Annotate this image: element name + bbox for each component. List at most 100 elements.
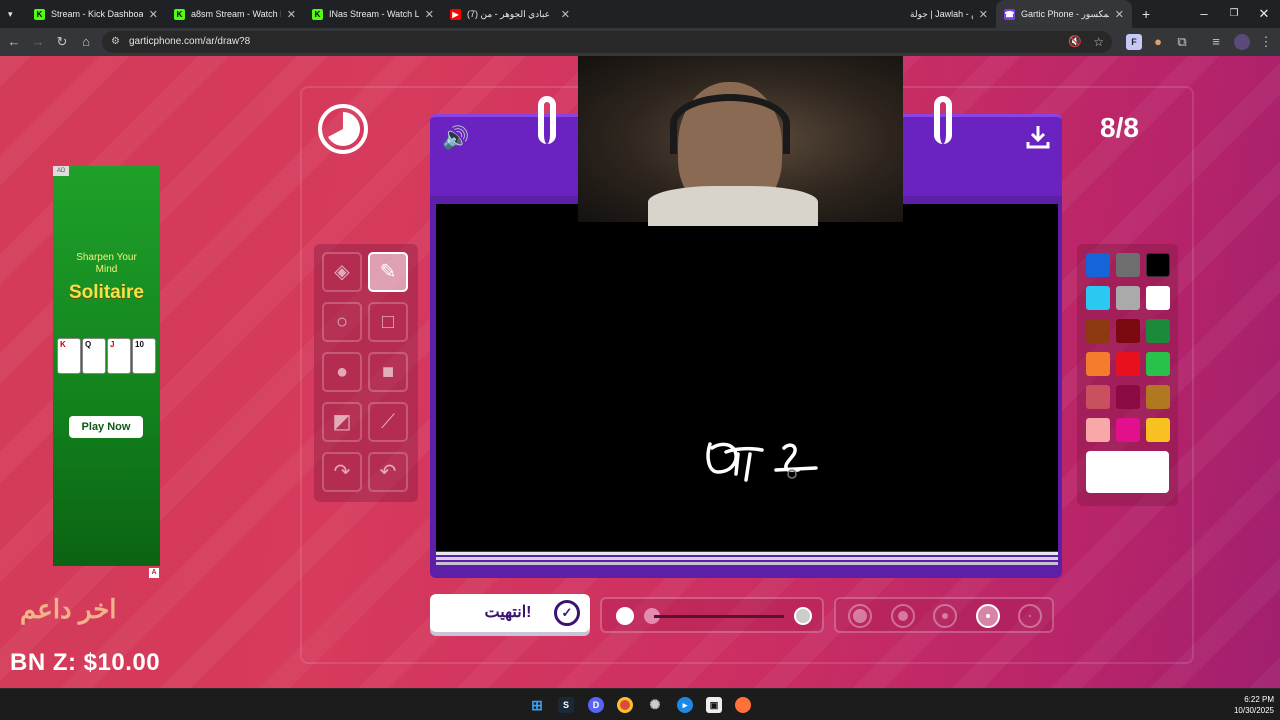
extension-f-icon[interactable]: F — [1126, 34, 1142, 50]
color-swatch[interactable] — [1086, 385, 1110, 409]
color-swatch[interactable] — [1146, 352, 1170, 376]
forward-button[interactable]: → — [30, 34, 46, 50]
tab-inas-stream[interactable]: K INas Stream - Watch Live ✕ — [304, 0, 442, 28]
sound-icon[interactable]: 🔊 — [442, 125, 469, 151]
paper-edge — [436, 552, 1058, 555]
color-swatch[interactable] — [1116, 352, 1140, 376]
color-swatch[interactable] — [1146, 319, 1170, 343]
tab-a8sm-stream[interactable]: K a8sm Stream - Watch Live ✕ — [166, 0, 304, 28]
download-icon[interactable] — [1024, 123, 1052, 151]
browser-toolbar: ← → ↻ ⌂ ⚙ garticphone.com/ar/draw?8 🔇 ☆ … — [0, 28, 1280, 56]
extension-cookie-icon[interactable]: ● — [1150, 34, 1166, 50]
steam-icon[interactable]: S — [558, 697, 574, 713]
close-tab-icon[interactable]: ✕ — [561, 8, 570, 21]
color-swatch[interactable] — [1116, 418, 1140, 442]
extensions-puzzle-icon[interactable]: ⧉ — [1174, 34, 1190, 50]
close-tab-icon[interactable]: ✕ — [979, 8, 988, 21]
restore-button[interactable]: ❐ — [1226, 6, 1242, 22]
site-info-icon[interactable]: ⚙ — [111, 31, 120, 53]
bookmark-star-icon[interactable]: ☆ — [1093, 31, 1104, 53]
fill-bucket-tool[interactable]: ◩ — [322, 402, 362, 442]
kick-icon: K — [312, 8, 323, 20]
brush-size-xl[interactable] — [848, 604, 872, 628]
obs-app-icon[interactable]: ▣ — [706, 697, 722, 713]
ad-choices-icon[interactable]: A — [149, 568, 159, 578]
new-tab-button[interactable]: + — [1134, 0, 1154, 28]
media-controls-icon[interactable]: ≡ — [1208, 34, 1224, 50]
timer-icon — [318, 104, 368, 154]
minimize-button[interactable]: – — [1196, 6, 1212, 22]
color-swatch[interactable] — [1146, 418, 1170, 442]
opacity-slider-panel — [600, 597, 824, 633]
done-button[interactable]: انتهيت! ✓ — [430, 594, 590, 632]
pencil-icon: ✎ — [379, 261, 397, 283]
pencil-tool[interactable]: ✎ — [368, 252, 408, 292]
color-swatch[interactable] — [1116, 286, 1140, 310]
opacity-slider-track[interactable] — [654, 615, 784, 618]
tab-search-button[interactable]: ▾ — [0, 0, 26, 28]
brush-size-panel — [834, 597, 1054, 633]
close-tab-icon[interactable]: ✕ — [425, 8, 434, 21]
tab-youtube[interactable]: ▶ (7) عبادي الجوهر - من ✕ — [442, 0, 578, 28]
discord-icon[interactable]: D — [588, 697, 604, 713]
color-swatch[interactable] — [1146, 253, 1170, 277]
bucket-icon: ◩ — [332, 411, 352, 433]
tab-gartic-phone[interactable]: ☎ Gartic Phone - المكسور ✕ — [996, 0, 1132, 28]
windows-taskbar: ⊞ S D ✺ ▸ ▣ 6:22 PM 10/30/2025 — [0, 688, 1280, 720]
profile-avatar[interactable] — [1234, 34, 1250, 50]
color-swatch[interactable] — [1116, 253, 1140, 277]
line-icon: ⟋ — [381, 411, 395, 433]
back-button[interactable]: ← — [6, 34, 22, 50]
eraser-tool[interactable]: ◈ — [322, 252, 362, 292]
system-clock[interactable]: 6:22 PM 10/30/2025 — [1218, 694, 1274, 716]
redo-tool[interactable]: ↷ — [322, 452, 362, 492]
color-swatch[interactable] — [1086, 352, 1110, 376]
circle-outline-icon: ○ — [335, 311, 349, 333]
color-swatch[interactable] — [1146, 286, 1170, 310]
line-tool[interactable]: ⟋ — [368, 402, 408, 442]
kick-icon: K — [34, 8, 45, 20]
color-swatch[interactable] — [1116, 385, 1140, 409]
close-tab-icon[interactable]: ✕ — [1115, 8, 1124, 21]
chatgpt-icon[interactable]: ✺ — [647, 697, 663, 713]
close-window-button[interactable]: ✕ — [1256, 6, 1272, 22]
tab-jawlah[interactable]: جولة | Jawlah - متص ✕ — [902, 0, 996, 28]
clock-date: 10/30/2025 — [1233, 706, 1274, 715]
color-swatch[interactable] — [1086, 319, 1110, 343]
color-swatch[interactable] — [1146, 385, 1170, 409]
firefox-icon[interactable] — [735, 697, 751, 713]
ellipse-outline-tool[interactable]: ○ — [322, 302, 362, 342]
reload-button[interactable]: ↻ — [54, 34, 70, 50]
color-swatch[interactable] — [1086, 286, 1110, 310]
mute-icon[interactable]: 🔇 — [1068, 31, 1082, 53]
gartic-icon: ☎ — [1004, 8, 1015, 20]
ad-label: AD — [53, 166, 70, 176]
windows-start-icon[interactable]: ⊞ — [529, 697, 545, 713]
ellipse-fill-tool[interactable]: ● — [322, 352, 362, 392]
brush-size-xs[interactable] — [1018, 604, 1042, 628]
color-swatch[interactable] — [1086, 418, 1110, 442]
rectangle-outline-tool[interactable]: □ — [368, 302, 408, 342]
chrome-icon[interactable] — [617, 697, 633, 713]
ad-play-now-button[interactable]: Play Now — [69, 416, 143, 438]
undo-tool[interactable]: ↶ — [368, 452, 408, 492]
rectangle-fill-tool[interactable]: ■ — [368, 352, 408, 392]
color-swatch[interactable] — [1086, 253, 1110, 277]
app-icon[interactable]: ▸ — [677, 697, 693, 713]
close-tab-icon[interactable]: ✕ — [287, 8, 296, 21]
color-swatch[interactable] — [1116, 319, 1140, 343]
brush-size-l[interactable] — [891, 604, 915, 628]
close-tab-icon[interactable]: ✕ — [149, 8, 158, 21]
eraser-icon: ◈ — [334, 261, 350, 283]
drawing-canvas[interactable] — [436, 204, 1058, 551]
circle-fill-icon: ● — [335, 361, 349, 383]
tools-panel: ◈ ✎ ○ □ ● ■ ◩ ⟋ ↷ ↶ — [314, 244, 418, 502]
home-icon[interactable]: ⌂ — [78, 34, 94, 50]
brush-size-m[interactable] — [933, 604, 957, 628]
tab-kick-dashboard[interactable]: K Stream - Kick Dashboard ✕ — [26, 0, 166, 28]
drawing-strokes — [706, 442, 818, 482]
address-bar[interactable]: ⚙ garticphone.com/ar/draw?8 🔇 ☆ — [102, 31, 1112, 53]
solitaire-ad[interactable]: AD Sharpen Your Mind Solitaire K Q J 10 … — [53, 166, 160, 566]
browser-menu-icon[interactable]: ⋮ — [1258, 34, 1274, 50]
brush-size-s[interactable] — [976, 604, 1000, 628]
